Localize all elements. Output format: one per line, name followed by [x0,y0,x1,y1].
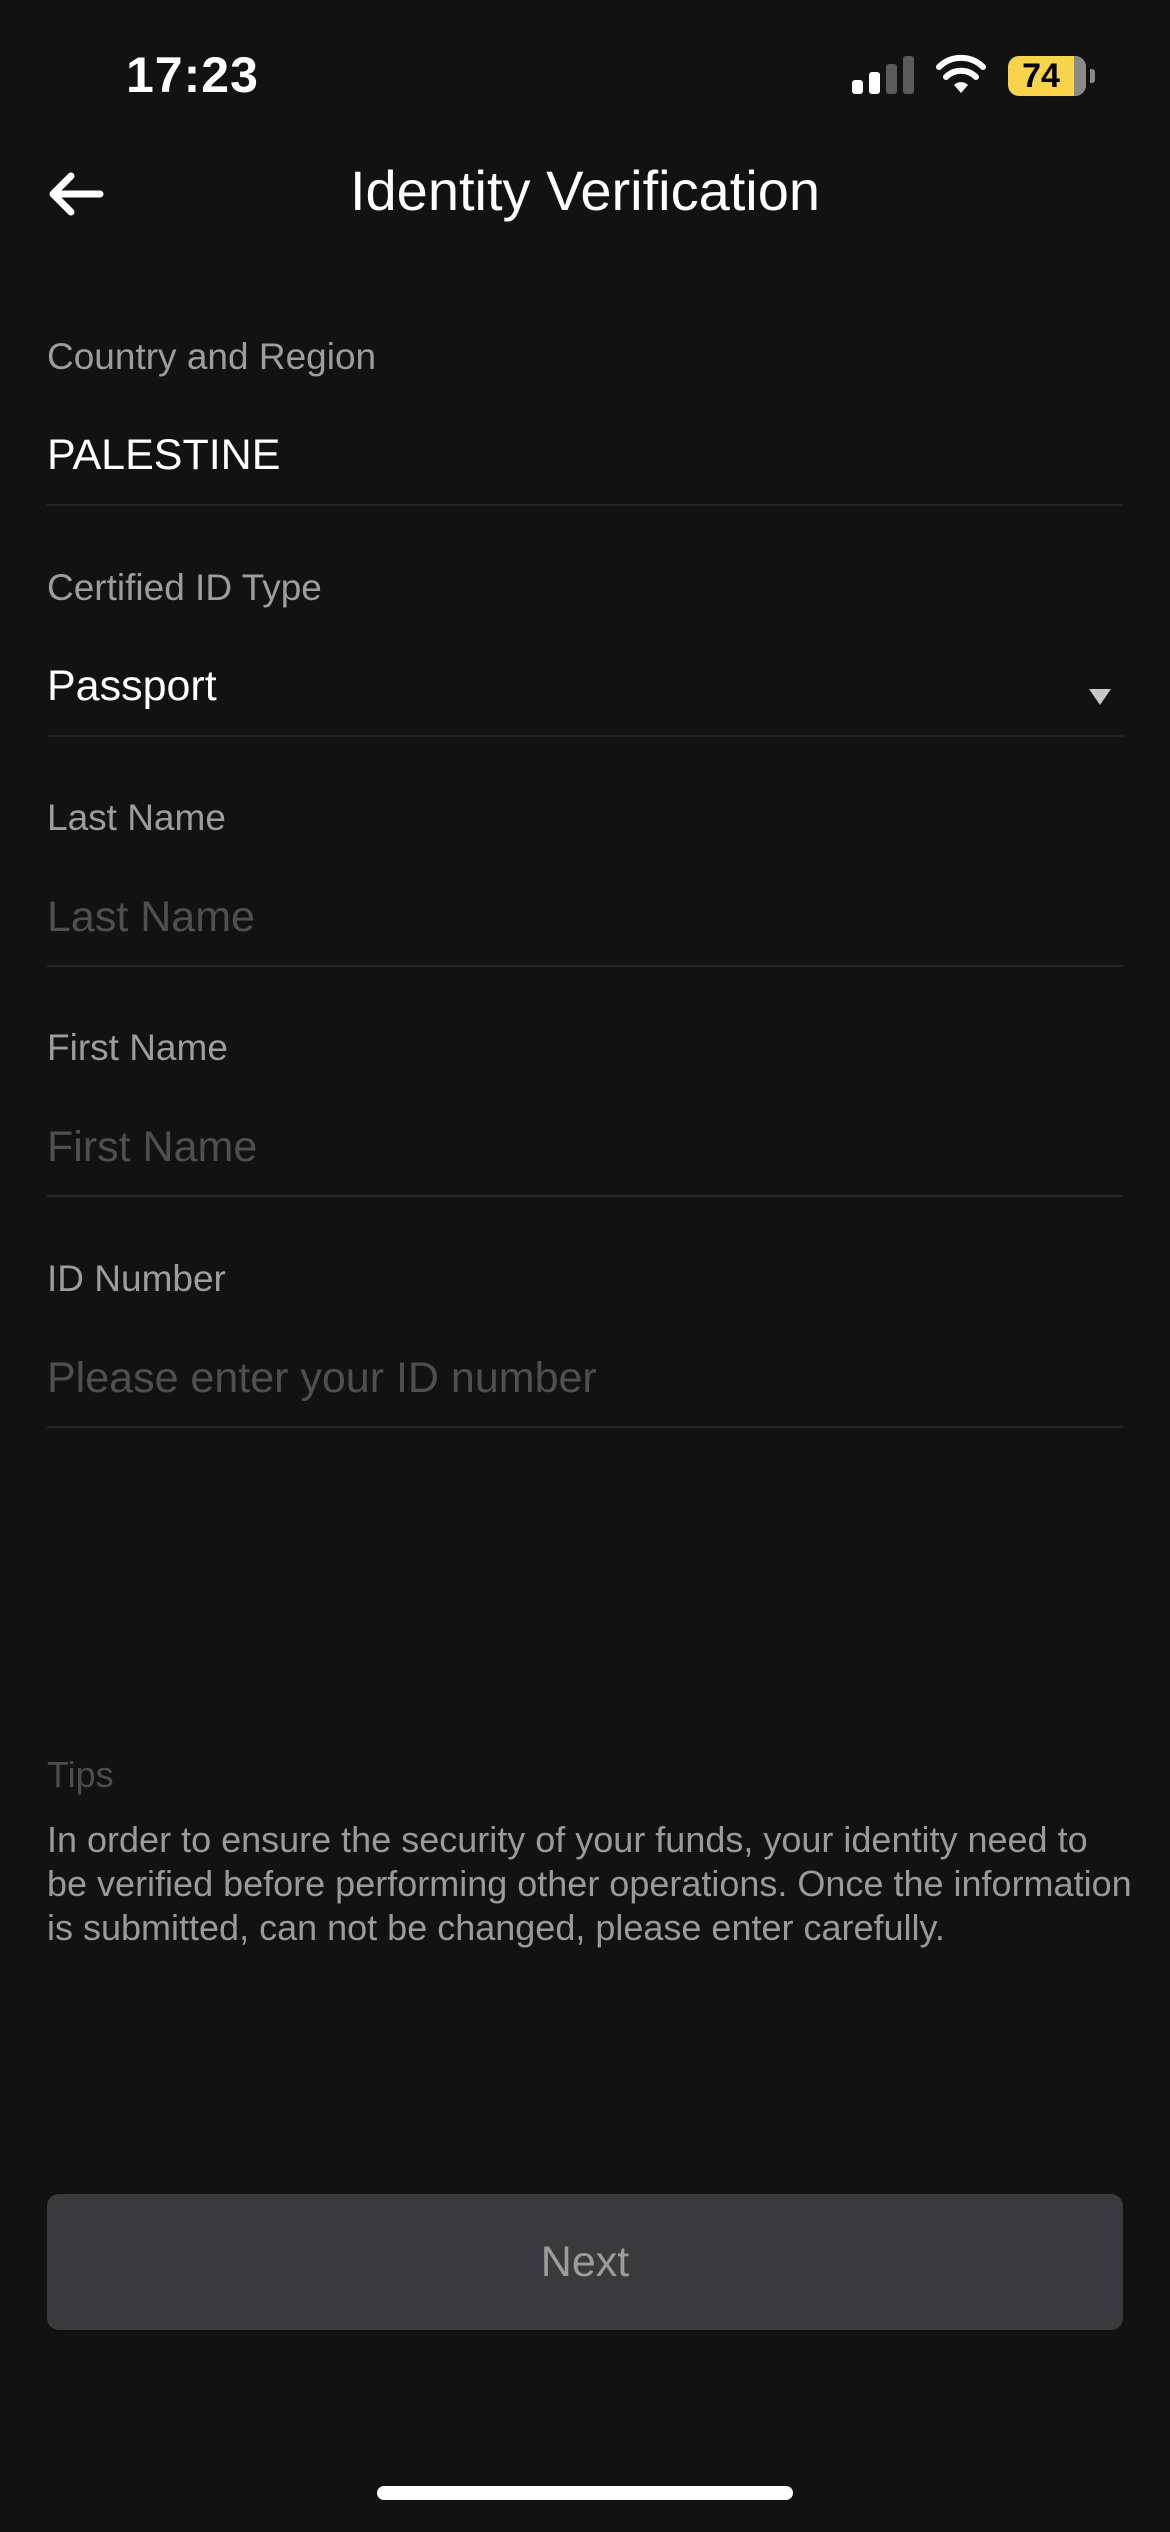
id-number-input[interactable] [47,1338,1123,1418]
tips-body: In order to ensure the security of your … [47,1819,1132,1948]
battery-icon: 74 [1008,56,1095,96]
country-region-value: PALESTINE [47,431,281,479]
id-type-label: Certified ID Type [47,567,322,608]
next-button[interactable]: Next [47,2194,1123,2330]
last-name-field: Last Name [47,797,1123,967]
first-name-label: First Name [47,1027,228,1068]
first-name-input[interactable] [47,1107,1123,1187]
page-title: Identity Verification [349,159,821,222]
battery-level: 74 [1008,56,1086,96]
id-number-label: ID Number [47,1258,226,1299]
triangle-down-icon [1089,689,1111,705]
status-time: 17:23 [126,47,259,103]
last-name-label: Last Name [47,797,226,838]
home-indicator [377,2486,793,2500]
cellular-signal-icon [852,54,914,94]
wifi-icon [936,54,986,93]
id-number-field: ID Number [47,1258,1123,1428]
tips-title: Tips [47,1754,114,1795]
status-bar: 17:23 74 [0,0,1170,150]
id-type-value: Passport [47,662,217,710]
back-button[interactable] [40,160,120,240]
country-region-field[interactable]: Country and Region PALESTINE [47,336,1123,506]
first-name-field: First Name [47,1027,1123,1197]
id-type-select[interactable]: Certified ID Type Passport [47,567,1123,737]
last-name-input[interactable] [47,877,1123,957]
country-region-label: Country and Region [47,336,377,377]
arrow-left-icon [49,172,104,216]
